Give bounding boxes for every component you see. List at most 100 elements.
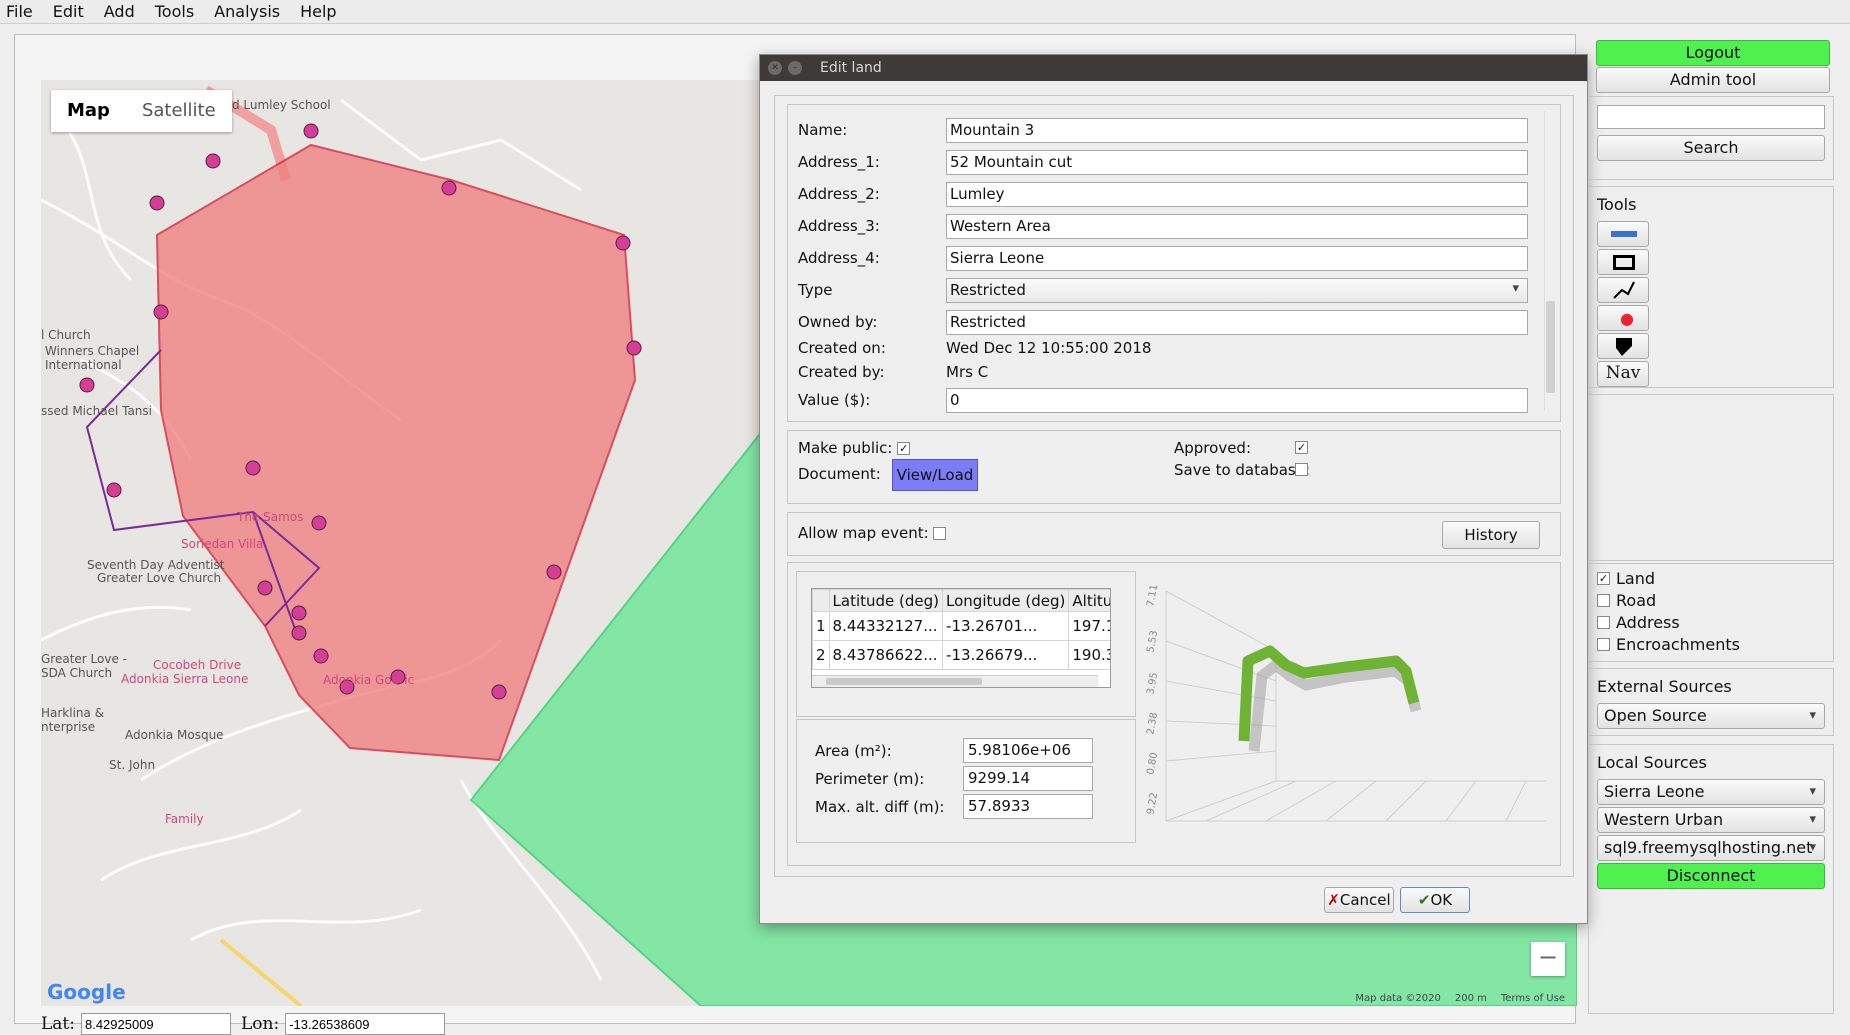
search-input[interactable] xyxy=(1597,105,1825,129)
layer-encroachments-checkbox[interactable] xyxy=(1597,638,1610,651)
ok-button[interactable]: ✔OK xyxy=(1400,887,1470,913)
right-panel: Logout Admin tool Search Tools ● Nav ✓ La… xyxy=(1588,34,1850,1024)
search-button[interactable]: Search xyxy=(1597,135,1825,161)
map-data-credit: Map data ©2020 xyxy=(1355,993,1441,1004)
minimize-icon[interactable]: – xyxy=(788,61,802,75)
make-public-checkbox[interactable]: ✓ xyxy=(897,442,911,455)
map-event-group: Allow map event: History xyxy=(787,512,1561,556)
rectangle-tool-button[interactable] xyxy=(1597,249,1649,275)
allow-map-event-checkbox[interactable] xyxy=(933,527,947,540)
local-source-server-select[interactable]: sql9.freemysqlhosting.net xyxy=(1597,835,1825,861)
map-label-sda-church: Greater Love Church xyxy=(97,571,222,585)
layer-address[interactable]: Address xyxy=(1597,613,1680,632)
menu-tools[interactable]: Tools xyxy=(155,2,194,21)
polygon-tool-button[interactable] xyxy=(1597,333,1649,359)
tools-label: Tools xyxy=(1597,195,1637,214)
menu-analysis[interactable]: Analysis xyxy=(214,2,280,21)
table-row[interactable]: 2 8.43786622... -13.26679... 190.391 xyxy=(812,640,1110,670)
map-label-samos: The Samos xyxy=(237,510,304,524)
menu-help[interactable]: Help xyxy=(300,2,336,21)
owned-by-label: Owned by: xyxy=(798,313,878,331)
zoom-out-button[interactable]: − xyxy=(1531,942,1565,976)
nav-tool-button[interactable]: Nav xyxy=(1597,361,1649,387)
form-scroll-thumb[interactable] xyxy=(1546,301,1555,393)
address2-field[interactable]: Lumley xyxy=(946,181,1528,207)
layer-address-checkbox[interactable] xyxy=(1597,616,1610,629)
external-sources-box: External Sources Open Source xyxy=(1588,668,1834,736)
cancel-button[interactable]: ✗Cancel xyxy=(1324,887,1394,913)
cell-altitude[interactable]: 190.391 xyxy=(1068,640,1110,670)
external-source-select[interactable]: Open Source xyxy=(1597,703,1825,729)
polyline-icon xyxy=(1613,281,1635,299)
geometry-group: Latitude (deg) Longitude (deg) Altitude … xyxy=(787,562,1561,866)
logout-button[interactable]: Logout xyxy=(1596,40,1830,66)
map-type-satellite-button[interactable]: Satellite xyxy=(126,90,232,132)
created-on-label: Created on: xyxy=(798,339,886,357)
cell-altitude[interactable]: 197.111 xyxy=(1068,611,1110,641)
layer-road-checkbox[interactable] xyxy=(1597,594,1610,607)
lat-field[interactable] xyxy=(80,1013,231,1035)
area-label: Area (m²): xyxy=(815,741,892,760)
type-select[interactable]: Restricted xyxy=(946,277,1528,303)
history-button[interactable]: History xyxy=(1442,521,1540,549)
local-source-region-select[interactable]: Western Urban xyxy=(1597,807,1825,833)
layer-land-checkbox[interactable]: ✓ xyxy=(1597,572,1610,585)
save-db-checkbox[interactable] xyxy=(1295,463,1308,476)
header-altitude[interactable]: Altitude xyxy=(1068,589,1110,612)
cell-longitude[interactable]: -13.26701... xyxy=(942,611,1070,641)
altitude-3d-plot[interactable]: 7.11 5.53 3.95 2.38 0.80 9.22 xyxy=(1146,581,1548,851)
table-row[interactable]: 1 8.44332127... -13.26701... 197.111 xyxy=(812,611,1110,641)
address3-field[interactable]: Western Area xyxy=(946,213,1528,239)
ruler-tool-button[interactable] xyxy=(1597,221,1649,247)
lon-field[interactable] xyxy=(285,1013,446,1035)
admin-tool-button[interactable]: Admin tool xyxy=(1596,67,1830,93)
save-db-label: Save to database: xyxy=(1174,461,1311,479)
local-sources-label: Local Sources xyxy=(1597,753,1707,772)
perimeter-field[interactable]: 9299.14 xyxy=(963,766,1093,791)
menu-add[interactable]: Add xyxy=(104,2,135,21)
menu-file[interactable]: File xyxy=(6,2,33,21)
value-field[interactable]: 0 xyxy=(946,387,1528,413)
cell-latitude[interactable]: 8.43786622... xyxy=(828,640,944,670)
table-scroll-thumb[interactable] xyxy=(826,678,982,685)
map-type-map-button[interactable]: Map xyxy=(51,90,126,132)
terms-link[interactable]: Terms of Use xyxy=(1501,993,1565,1004)
document-label: Document: xyxy=(798,465,881,483)
header-latitude[interactable]: Latitude (deg) xyxy=(828,589,944,612)
owned-by-field[interactable]: Restricted xyxy=(946,309,1528,335)
lon-label: Lon: xyxy=(240,1014,280,1034)
cell-longitude[interactable]: -13.26679... xyxy=(942,640,1070,670)
max-alt-label: Max. alt. diff (m): xyxy=(815,797,945,816)
local-source-country-select[interactable]: Sierra Leone xyxy=(1597,779,1825,805)
layer-land[interactable]: ✓ Land xyxy=(1597,569,1655,588)
map-label-michael: ssed Michael Tansi xyxy=(41,404,152,418)
polyline-tool-button[interactable] xyxy=(1597,277,1649,303)
dialog-title: Edit land xyxy=(820,60,882,76)
layer-road[interactable]: Road xyxy=(1597,591,1656,610)
area-field[interactable]: 5.98106e+06 xyxy=(963,738,1093,763)
form-scrollbar[interactable] xyxy=(1544,111,1556,411)
points-table[interactable]: Latitude (deg) Longitude (deg) Altitude … xyxy=(811,588,1111,688)
view-load-button[interactable]: View/Load xyxy=(892,459,978,491)
cell-latitude[interactable]: 8.44332127... xyxy=(828,611,944,641)
dialog-titlebar[interactable]: ✕ – Edit land xyxy=(760,55,1587,81)
name-field[interactable]: Mountain 3 xyxy=(946,117,1528,143)
table-scrollbar[interactable] xyxy=(812,675,1098,687)
layer-encroachments[interactable]: Encroachments xyxy=(1597,635,1740,654)
marker-tool-button[interactable]: ● xyxy=(1597,305,1649,331)
max-alt-field[interactable]: 57.8933 xyxy=(963,794,1093,819)
plot-tick-4: 0.80 xyxy=(1146,752,1160,776)
name-label: Name: xyxy=(798,121,848,139)
address1-field[interactable]: 52 Mountain cut xyxy=(946,149,1528,175)
row-number: 2 xyxy=(812,640,830,670)
disconnect-button[interactable]: Disconnect xyxy=(1597,863,1825,889)
ok-label: OK xyxy=(1430,891,1453,909)
cancel-icon: ✗ xyxy=(1327,891,1340,909)
header-longitude[interactable]: Longitude (deg) xyxy=(942,589,1070,612)
plot-tick-1: 5.53 xyxy=(1146,630,1160,654)
approved-checkbox[interactable]: ✓ xyxy=(1295,441,1308,454)
address4-field[interactable]: Sierra Leone xyxy=(946,245,1528,271)
map-scale: 200 m xyxy=(1454,993,1487,1004)
menu-edit[interactable]: Edit xyxy=(53,2,84,21)
close-icon[interactable]: ✕ xyxy=(768,61,782,75)
